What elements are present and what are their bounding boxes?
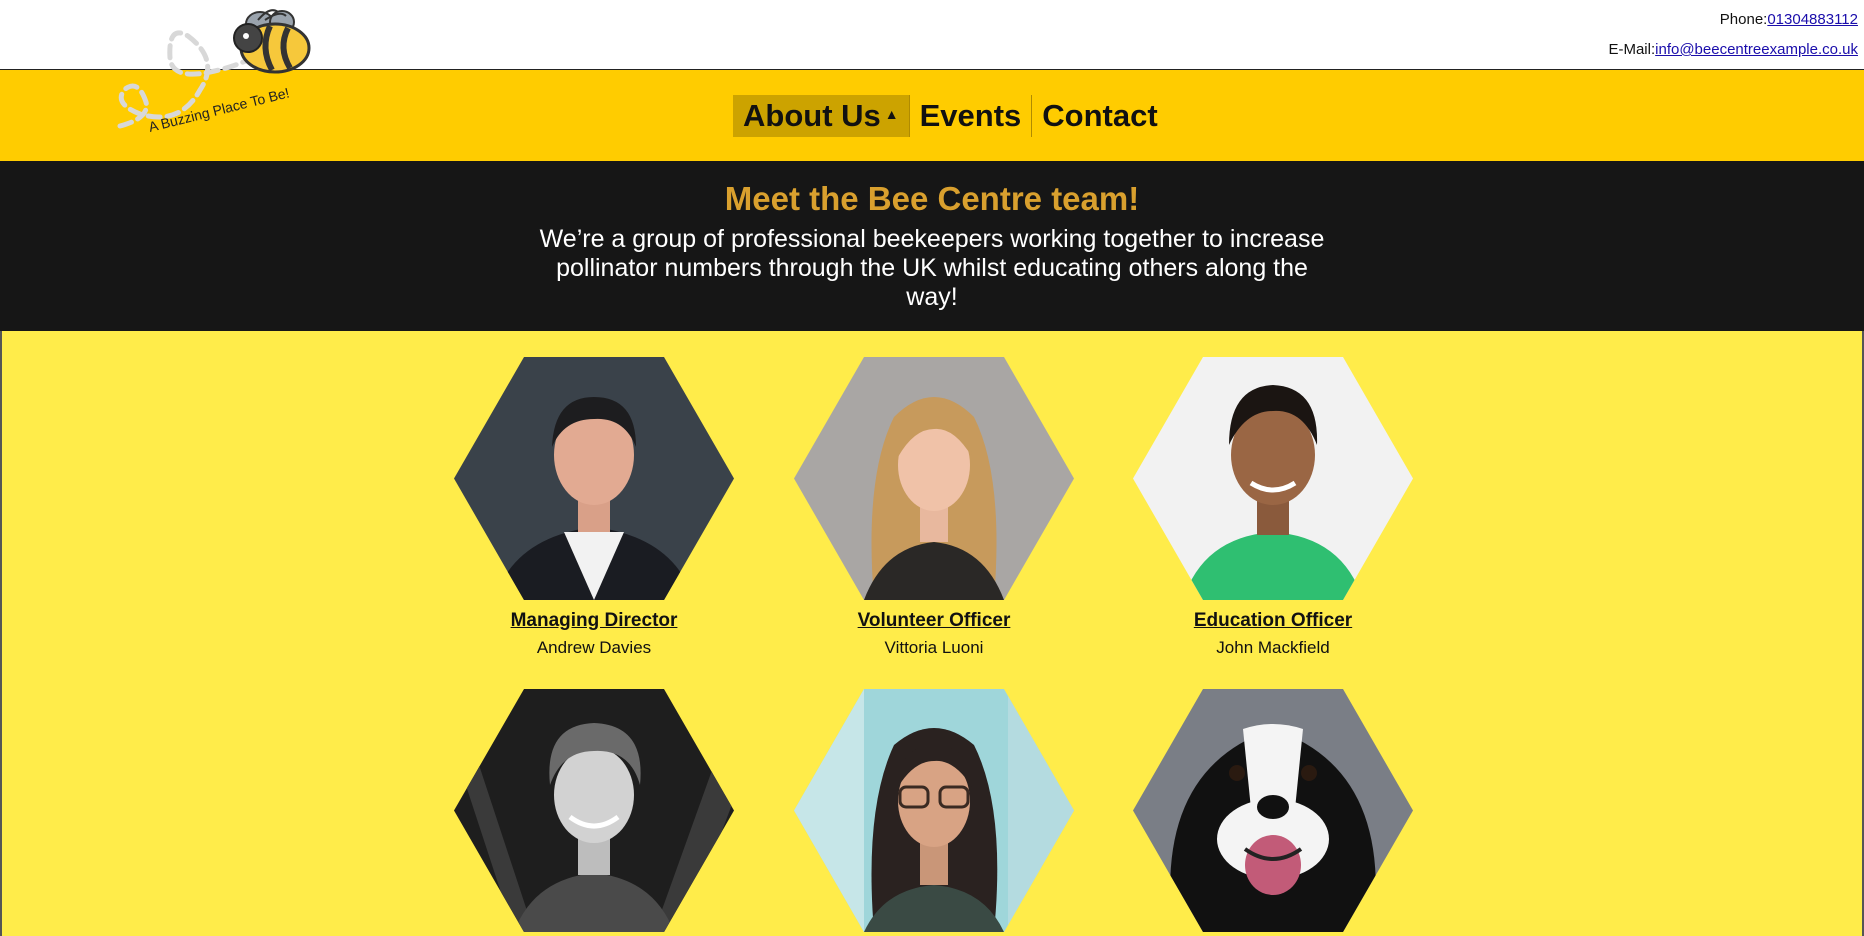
phone-label: Phone: [1719, 11, 1768, 28]
email-line: E-Mail:info@beecentreexample.co.uk [1608, 41, 1858, 58]
main-nav: About Us ▲ Events Contact [733, 95, 1168, 137]
team-member-photo [1133, 689, 1413, 932]
team-grid: Managing Director Andrew Davies Voluntee… [0, 331, 1864, 936]
team-member-role[interactable]: Volunteer Officer [794, 610, 1074, 632]
team-member-card: Volunteer Officer Vittoria Luoni [794, 357, 1074, 658]
person-avatar-icon [794, 689, 1074, 932]
team-member-card [1133, 689, 1413, 932]
nav-label-contact: Contact [1042, 98, 1158, 133]
email-link[interactable]: info@beecentreexample.co.uk [1655, 41, 1858, 58]
caret-up-icon: ▲ [884, 106, 899, 122]
hero-banner: Meet the Bee Centre team! We’re a group … [0, 161, 1864, 331]
nav-item-contact[interactable]: Contact [1032, 95, 1167, 137]
team-member-card: Education Officer John Mackfield [1133, 357, 1413, 658]
logo-tagline: A Buzzing Place To Be! [147, 84, 291, 134]
team-member-photo [454, 689, 734, 932]
team-member-name: John Mackfield [1216, 638, 1330, 657]
team-member-photo [454, 357, 734, 600]
dog-avatar-icon [1133, 689, 1413, 932]
bee-logo[interactable]: A Buzzing Place To Be! [110, 6, 340, 136]
person-avatar-icon [1133, 357, 1413, 600]
team-member-role[interactable]: Education Officer [1133, 610, 1413, 632]
team-member-card [794, 689, 1074, 932]
nav-item-about-us[interactable]: About Us ▲ [733, 95, 909, 137]
person-avatar-icon [794, 357, 1074, 600]
nav-label-about-us: About Us [743, 98, 881, 133]
team-member-name: Andrew Davies [536, 638, 652, 657]
email-label: E-Mail: [1608, 41, 1656, 58]
hero-description: We’re a group of professional beekeepers… [539, 225, 1325, 311]
nav-label-events: Events [919, 98, 1022, 133]
team-member-photo [794, 357, 1074, 600]
team-member-name: Vittoria Luoni [884, 638, 984, 657]
phone-link[interactable]: 01304883112 [1767, 11, 1858, 28]
team-member-card: Managing Director Andrew Davies [454, 357, 734, 658]
person-avatar-icon [454, 689, 734, 932]
person-avatar-icon [454, 357, 734, 600]
team-member-photo [1133, 357, 1413, 600]
team-member-photo [794, 689, 1074, 932]
nav-item-events[interactable]: Events [910, 95, 1032, 137]
phone-line: Phone:01304883112 [1720, 11, 1858, 28]
team-member-card [454, 689, 734, 932]
page-title: Meet the Bee Centre team! [724, 180, 1140, 217]
team-member-role[interactable]: Managing Director [454, 610, 734, 632]
bee-logo-icon: A Buzzing Place To Be! [117, 9, 311, 135]
